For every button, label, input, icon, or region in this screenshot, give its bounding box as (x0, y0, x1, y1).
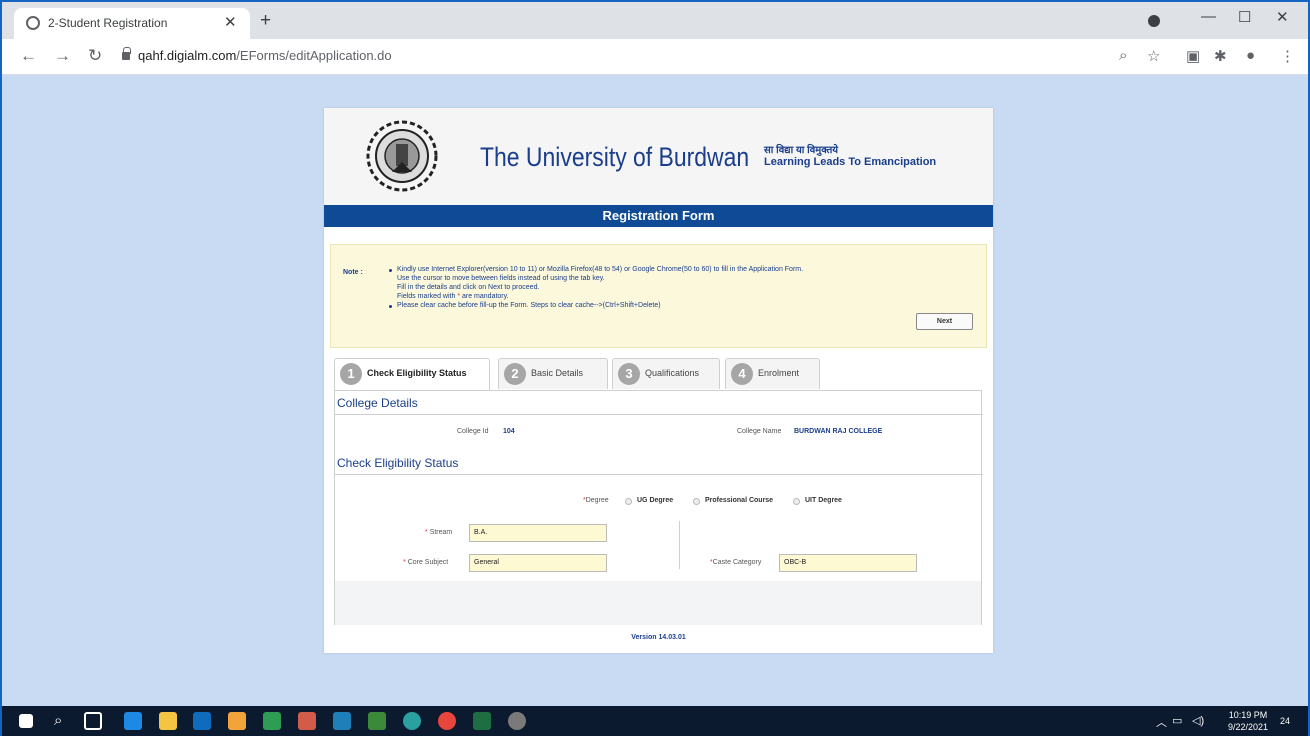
page-viewport: The University of Burdwan सा विद्या या व… (2, 75, 1308, 706)
tray-overflow-icon[interactable]: ︿ (1156, 714, 1167, 730)
bullet-icon (389, 269, 392, 272)
degree-option-professional: Professional Course (705, 497, 774, 504)
task-view-icon[interactable] (84, 712, 102, 730)
form-title-bar: Registration Form (324, 205, 993, 227)
tab-label: Basic Details (531, 368, 584, 378)
college-name-label: College Name (737, 428, 782, 435)
url-field[interactable]: qahf.digialm.com/EForms/editApplication.… (138, 48, 392, 63)
tab-check-eligibility[interactable]: 1 Check Eligibility Status (334, 358, 490, 391)
image-app-icon[interactable] (368, 712, 386, 730)
form-footer (335, 581, 981, 625)
college-id-label: College Id (457, 428, 489, 435)
column-divider (679, 521, 680, 569)
degree-radio-ug[interactable] (625, 498, 632, 505)
back-icon[interactable]: ← (20, 46, 37, 66)
university-motto: Learning Leads To Emancipation (764, 156, 937, 168)
minimize-button[interactable]: — (1201, 8, 1216, 25)
zoom-icon[interactable]: ⌕ (1119, 47, 1127, 64)
note-label: Note : (343, 269, 363, 276)
university-header: The University of Burdwan सा विद्या या व… (324, 108, 993, 205)
address-bar: ← → ↻ qahf.digialm.com/EForms/editApplic… (2, 39, 1308, 75)
globe-icon (26, 16, 40, 30)
university-name: The University of Burdwan (480, 142, 750, 172)
windows-start-icon[interactable] (19, 714, 33, 728)
clock-time: 10:19 PM (1228, 710, 1268, 720)
college-id-value: 104 (503, 428, 515, 435)
step-number: 3 (618, 363, 640, 385)
puzzle-icon[interactable]: ✱ (1214, 47, 1227, 65)
paint-icon[interactable] (508, 712, 526, 730)
tab-qualifications[interactable]: 3 Qualifications (612, 358, 720, 389)
tab-title: 2-Student Registration (48, 16, 168, 30)
registration-card: The University of Burdwan सा विद्या या व… (324, 108, 993, 653)
tab-basic-details[interactable]: 2 Basic Details (498, 358, 608, 389)
screen-frame: 2-Student Registration ✕ + — ☐ ✕ ← → ↻ q… (0, 0, 1310, 736)
profile-icon[interactable]: ● (1246, 47, 1255, 64)
note-line-cursor: Use the cursor to move between fields in… (397, 275, 605, 282)
browser-tab[interactable]: 2-Student Registration ✕ (14, 8, 250, 39)
windows-taskbar: ⌕ ︿ ▭ ◁) 10:19 PM 9/22/2021 24 (2, 706, 1308, 736)
clock-date: 9/22/2021 (1228, 722, 1269, 732)
search-icon[interactable]: ⌕ (54, 712, 62, 729)
form-panel: College Details College Id 104 College N… (334, 390, 983, 625)
college-name-value: BURDWAN RAJ COLLEGE (794, 428, 883, 435)
lock-icon[interactable] (122, 47, 131, 60)
volume-icon[interactable]: ◁) (1192, 714, 1204, 727)
stream-field[interactable]: B.A. (469, 524, 607, 542)
college-details-heading: College Details (335, 391, 983, 415)
browser-tab-bar: 2-Student Registration ✕ + — ☐ ✕ (2, 2, 1308, 39)
caste-category-field[interactable]: OBC-B (779, 554, 917, 572)
close-window-button[interactable]: ✕ (1276, 8, 1289, 26)
note-line-mandatory: Fields marked with * are mandatory. (397, 293, 509, 300)
edge-icon[interactable] (124, 712, 142, 730)
tab-label: Check Eligibility Status (367, 368, 467, 378)
version-label: Version 14.03.01 (631, 634, 686, 641)
degree-option-ug: UG Degree (637, 497, 674, 504)
university-seal-icon (366, 120, 438, 192)
new-tab-button[interactable]: + (260, 10, 271, 32)
step-number: 1 (340, 363, 362, 385)
eligibility-heading: Check Eligibility Status (335, 451, 983, 475)
next-button[interactable]: Next (916, 313, 973, 330)
taskbar-clock[interactable]: 10:19 PM 9/22/2021 (1228, 709, 1268, 733)
close-tab-icon[interactable]: ✕ (224, 13, 237, 31)
degree-radio-uit[interactable] (793, 498, 800, 505)
notification-badge[interactable]: 24 (1280, 716, 1290, 726)
stream-label: * Stream (425, 529, 453, 536)
chrome-icon[interactable] (438, 712, 456, 730)
note-line-cache: Please clear cache before fill-up the Fo… (397, 302, 661, 309)
degree-label: *Degree (583, 497, 609, 504)
network-icon[interactable]: ▭ (1172, 714, 1182, 727)
note-box: Note : Kindly use Internet Explorer(vers… (330, 244, 987, 348)
university-hindi-motto: सा विद्या या विमुक्तये (764, 145, 839, 156)
step-number: 4 (731, 363, 753, 385)
step-number: 2 (504, 363, 526, 385)
tab-label: Qualifications (645, 368, 700, 378)
tata-app-icon[interactable] (333, 712, 351, 730)
note-line-next: Fill in the details and click on Next to… (397, 284, 540, 291)
note-line-browser: Kindly use Internet Explorer(version 10 … (397, 266, 804, 273)
sticky-app-icon[interactable] (228, 712, 246, 730)
tab-label: Enrolment (758, 368, 800, 378)
maximize-button[interactable]: ☐ (1238, 8, 1251, 26)
bookmark-star-icon[interactable]: ☆ (1147, 47, 1160, 65)
menu-icon[interactable]: ⋮ (1280, 47, 1295, 65)
slack-icon[interactable] (298, 712, 316, 730)
extension-icon[interactable]: ▣ (1186, 47, 1200, 65)
sheet-app-icon[interactable] (263, 712, 281, 730)
forward-icon[interactable]: → (54, 46, 71, 66)
tab-enrolment[interactable]: 4 Enrolment (725, 358, 820, 389)
reload-icon[interactable]: ↻ (88, 46, 102, 66)
core-subject-label: * Core Subject (403, 559, 449, 566)
browser-icon[interactable] (403, 712, 421, 730)
bullet-icon (389, 305, 392, 308)
excel-icon[interactable] (473, 712, 491, 730)
record-indicator-icon[interactable] (1148, 15, 1160, 27)
degree-radio-professional[interactable] (693, 498, 700, 505)
file-explorer-icon[interactable] (159, 712, 177, 730)
core-subject-field[interactable]: General (469, 554, 607, 572)
caste-category-label: *Caste Category (710, 559, 762, 566)
degree-option-uit: UIT Degree (805, 497, 842, 504)
outlook-icon[interactable] (193, 712, 211, 730)
